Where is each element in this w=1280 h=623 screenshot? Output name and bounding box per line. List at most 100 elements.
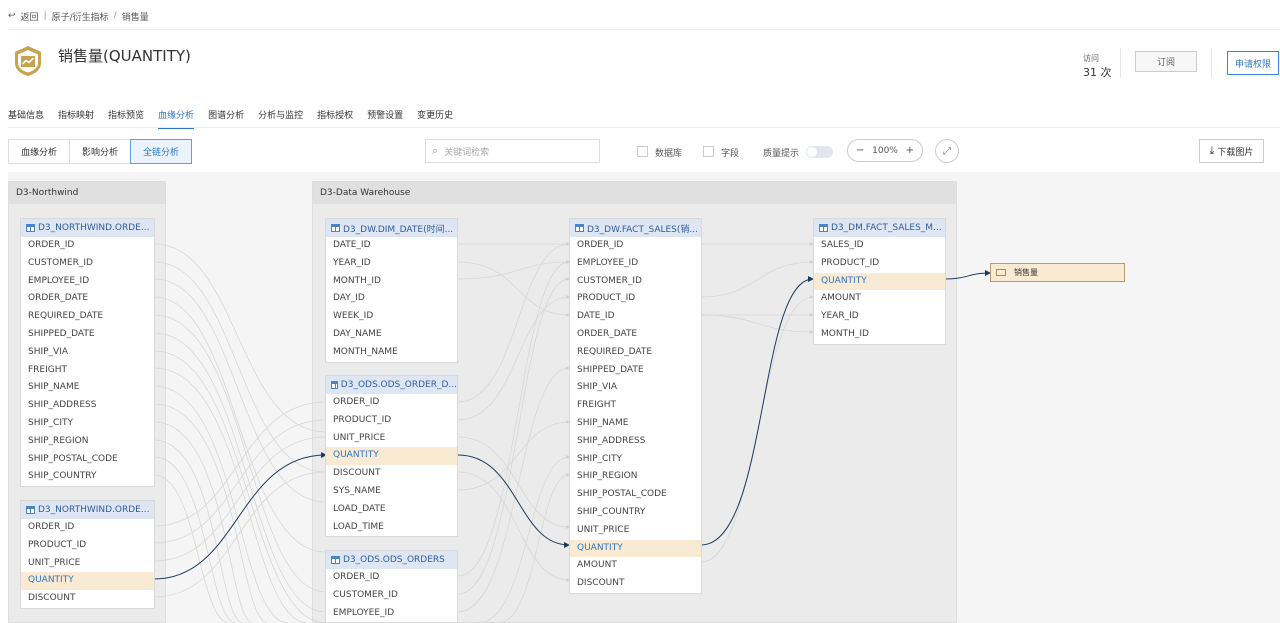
quality-hint-toggle[interactable] — [806, 146, 833, 158]
field-row[interactable]: YEAR_ID — [814, 308, 945, 326]
tab-monitor[interactable]: 分析与监控 — [258, 108, 303, 129]
tab-alert[interactable]: 预警设置 — [367, 108, 403, 129]
field-row[interactable]: SHIP_POSTAL_CODE — [21, 451, 154, 469]
field-row[interactable]: ORDER_DATE — [21, 290, 154, 308]
field-row[interactable]: SHIP_ADDRESS — [21, 397, 154, 415]
table-title: D3_ODS.ODS_ORDER_D... — [340, 380, 457, 390]
tab-lineage[interactable]: 血缘分析 — [158, 108, 195, 129]
field-row[interactable]: ORDER_ID — [326, 394, 457, 412]
search-input[interactable]: ⌕ 关键词检索 — [425, 139, 600, 163]
field-row[interactable]: SALES_ID — [814, 237, 945, 255]
field-row[interactable]: CUSTOMER_ID — [21, 255, 154, 273]
field-row[interactable]: ORDER_ID — [570, 237, 701, 255]
apply-permission-button[interactable]: 申请权限 — [1227, 51, 1279, 75]
table-northwind-orders[interactable]: D3_NORTHWIND.ORDE... ORDER_ID CUSTOMER_I… — [20, 218, 155, 488]
field-row[interactable]: DISCOUNT — [326, 465, 457, 483]
impact-analysis-button[interactable]: 影响分析 — [69, 139, 132, 164]
field-row[interactable]: ORDER_ID — [21, 237, 154, 255]
field-row[interactable]: SHIPPED_DATE — [21, 326, 154, 344]
table-ods-order-detail[interactable]: D3_ODS.ODS_ORDER_D... ORDER_ID PRODUCT_I… — [325, 375, 458, 538]
field-row[interactable]: FREIGHT — [570, 397, 701, 415]
field-row-highlighted[interactable]: QUANTITY — [326, 447, 457, 466]
field-row[interactable]: SHIP_REGION — [21, 433, 154, 451]
full-chain-analysis-button[interactable]: 全链分析 — [130, 139, 193, 164]
back-icon[interactable]: ↩ — [8, 11, 16, 21]
analysis-mode-switch: 血缘分析 影响分析 全链分析 — [8, 139, 193, 164]
database-checkbox[interactable] — [637, 146, 648, 157]
field-row[interactable]: SHIP_CITY — [570, 451, 701, 469]
field-row[interactable]: CUSTOMER_ID — [326, 587, 457, 605]
field-row-highlighted[interactable]: QUANTITY — [814, 272, 945, 291]
field-row[interactable]: REQUIRED_DATE — [21, 308, 154, 326]
field-row[interactable]: SHIPPED_DATE — [570, 362, 701, 380]
field-row[interactable]: ORDER_ID — [326, 569, 457, 587]
field-row[interactable]: ORDER_ID — [21, 519, 154, 537]
field-row[interactable]: SHIP_COUNTRY — [570, 504, 701, 522]
table-dim-date[interactable]: D3_DW.DIM_DATE(时间... DATE_ID YEAR_ID MON… — [325, 218, 458, 363]
subscribe-button[interactable]: 订阅 — [1135, 51, 1197, 72]
field-row[interactable]: ORDER_DATE — [570, 326, 701, 344]
zoom-out-button[interactable]: − — [856, 145, 864, 156]
field-row[interactable]: SHIP_NAME — [570, 415, 701, 433]
field-row[interactable]: SHIP_ADDRESS — [570, 433, 701, 451]
fullscreen-icon[interactable]: ⤢ — [935, 139, 959, 163]
field-row[interactable]: LOAD_TIME — [326, 519, 457, 537]
field-row[interactable]: MONTH_NAME — [326, 344, 457, 362]
field-row[interactable]: SHIP_VIA — [570, 379, 701, 397]
tab-authorization[interactable]: 指标授权 — [317, 108, 353, 129]
field-row[interactable]: SHIP_VIA — [21, 344, 154, 362]
back-link[interactable]: 返回 — [21, 10, 39, 23]
metric-node[interactable]: 销售量 — [990, 263, 1125, 282]
field-row[interactable]: PRODUCT_ID — [814, 255, 945, 273]
field-row[interactable]: PRODUCT_ID — [326, 412, 457, 430]
field-row[interactable]: EMPLOYEE_ID — [326, 605, 457, 623]
field-row[interactable]: DATE_ID — [570, 308, 701, 326]
table-northwind-order-details[interactable]: D3_NORTHWIND.ORDE... ORDER_ID PRODUCT_ID… — [20, 500, 155, 609]
field-row[interactable]: PRODUCT_ID — [570, 290, 701, 308]
tab-history[interactable]: 变更历史 — [417, 108, 453, 129]
tab-metric-preview[interactable]: 指标预览 — [108, 108, 144, 129]
field-row[interactable]: UNIT_PRICE — [21, 555, 154, 573]
field-checkbox[interactable] — [703, 146, 714, 157]
field-row[interactable]: CUSTOMER_ID — [570, 273, 701, 291]
breadcrumb-parent[interactable]: 原子/衍生指标 — [52, 10, 109, 23]
field-row[interactable]: AMOUNT — [570, 557, 701, 575]
field-row[interactable]: DISCOUNT — [21, 590, 154, 608]
field-row[interactable]: EMPLOYEE_ID — [570, 255, 701, 273]
field-row[interactable]: UNIT_PRICE — [326, 430, 457, 448]
field-row[interactable]: SYS_NAME — [326, 483, 457, 501]
field-row[interactable]: EMPLOYEE_ID — [21, 273, 154, 291]
field-row[interactable]: FREIGHT — [21, 362, 154, 380]
field-row[interactable]: DAY_NAME — [326, 326, 457, 344]
field-row[interactable]: UNIT_PRICE — [570, 522, 701, 540]
field-row-highlighted[interactable]: QUANTITY — [21, 572, 154, 591]
field-row[interactable]: REQUIRED_DATE — [570, 344, 701, 362]
field-row[interactable]: AMOUNT — [814, 290, 945, 308]
tab-metric-mapping[interactable]: 指标映射 — [58, 108, 94, 129]
field-row[interactable]: MONTH_ID — [814, 326, 945, 344]
field-row[interactable]: WEEK_ID — [326, 308, 457, 326]
field-row[interactable]: SHIP_REGION — [570, 468, 701, 486]
table-fact-sales[interactable]: D3_DW.FACT_SALES(销... ORDER_ID EMPLOYEE_… — [569, 218, 702, 594]
table-ods-orders[interactable]: D3_ODS.ODS_ORDERS ORDER_ID CUSTOMER_ID E… — [325, 550, 458, 623]
table-header: D3_ODS.ODS_ORDER_D... — [326, 376, 457, 394]
download-image-button[interactable]: ⤓ 下载图片 — [1199, 139, 1264, 163]
field-row[interactable]: YEAR_ID — [326, 255, 457, 273]
lineage-analysis-button[interactable]: 血缘分析 — [8, 139, 71, 164]
field-row[interactable]: DISCOUNT — [570, 575, 701, 593]
zoom-in-button[interactable]: + — [906, 145, 914, 156]
field-row[interactable]: DAY_ID — [326, 290, 457, 308]
field-row[interactable]: SHIP_POSTAL_CODE — [570, 486, 701, 504]
field-row[interactable]: SHIP_COUNTRY — [21, 468, 154, 486]
field-row-highlighted[interactable]: QUANTITY — [570, 539, 701, 558]
field-row[interactable]: PRODUCT_ID — [21, 537, 154, 555]
tab-basic-info[interactable]: 基础信息 — [8, 108, 44, 129]
field-row[interactable]: SHIP_CITY — [21, 415, 154, 433]
tab-graph[interactable]: 图谱分析 — [208, 108, 244, 129]
table-dm-fact-sales[interactable]: D3_DM.FACT_SALES_M... SALES_ID PRODUCT_I… — [813, 218, 946, 345]
field-row[interactable]: DATE_ID — [326, 237, 457, 255]
field-row[interactable]: MONTH_ID — [326, 273, 457, 291]
lineage-canvas[interactable]: D3-Northwind D3-Data Warehouse D3_NORTHW… — [8, 172, 1280, 623]
field-row[interactable]: SHIP_NAME — [21, 379, 154, 397]
field-row[interactable]: LOAD_DATE — [326, 501, 457, 519]
